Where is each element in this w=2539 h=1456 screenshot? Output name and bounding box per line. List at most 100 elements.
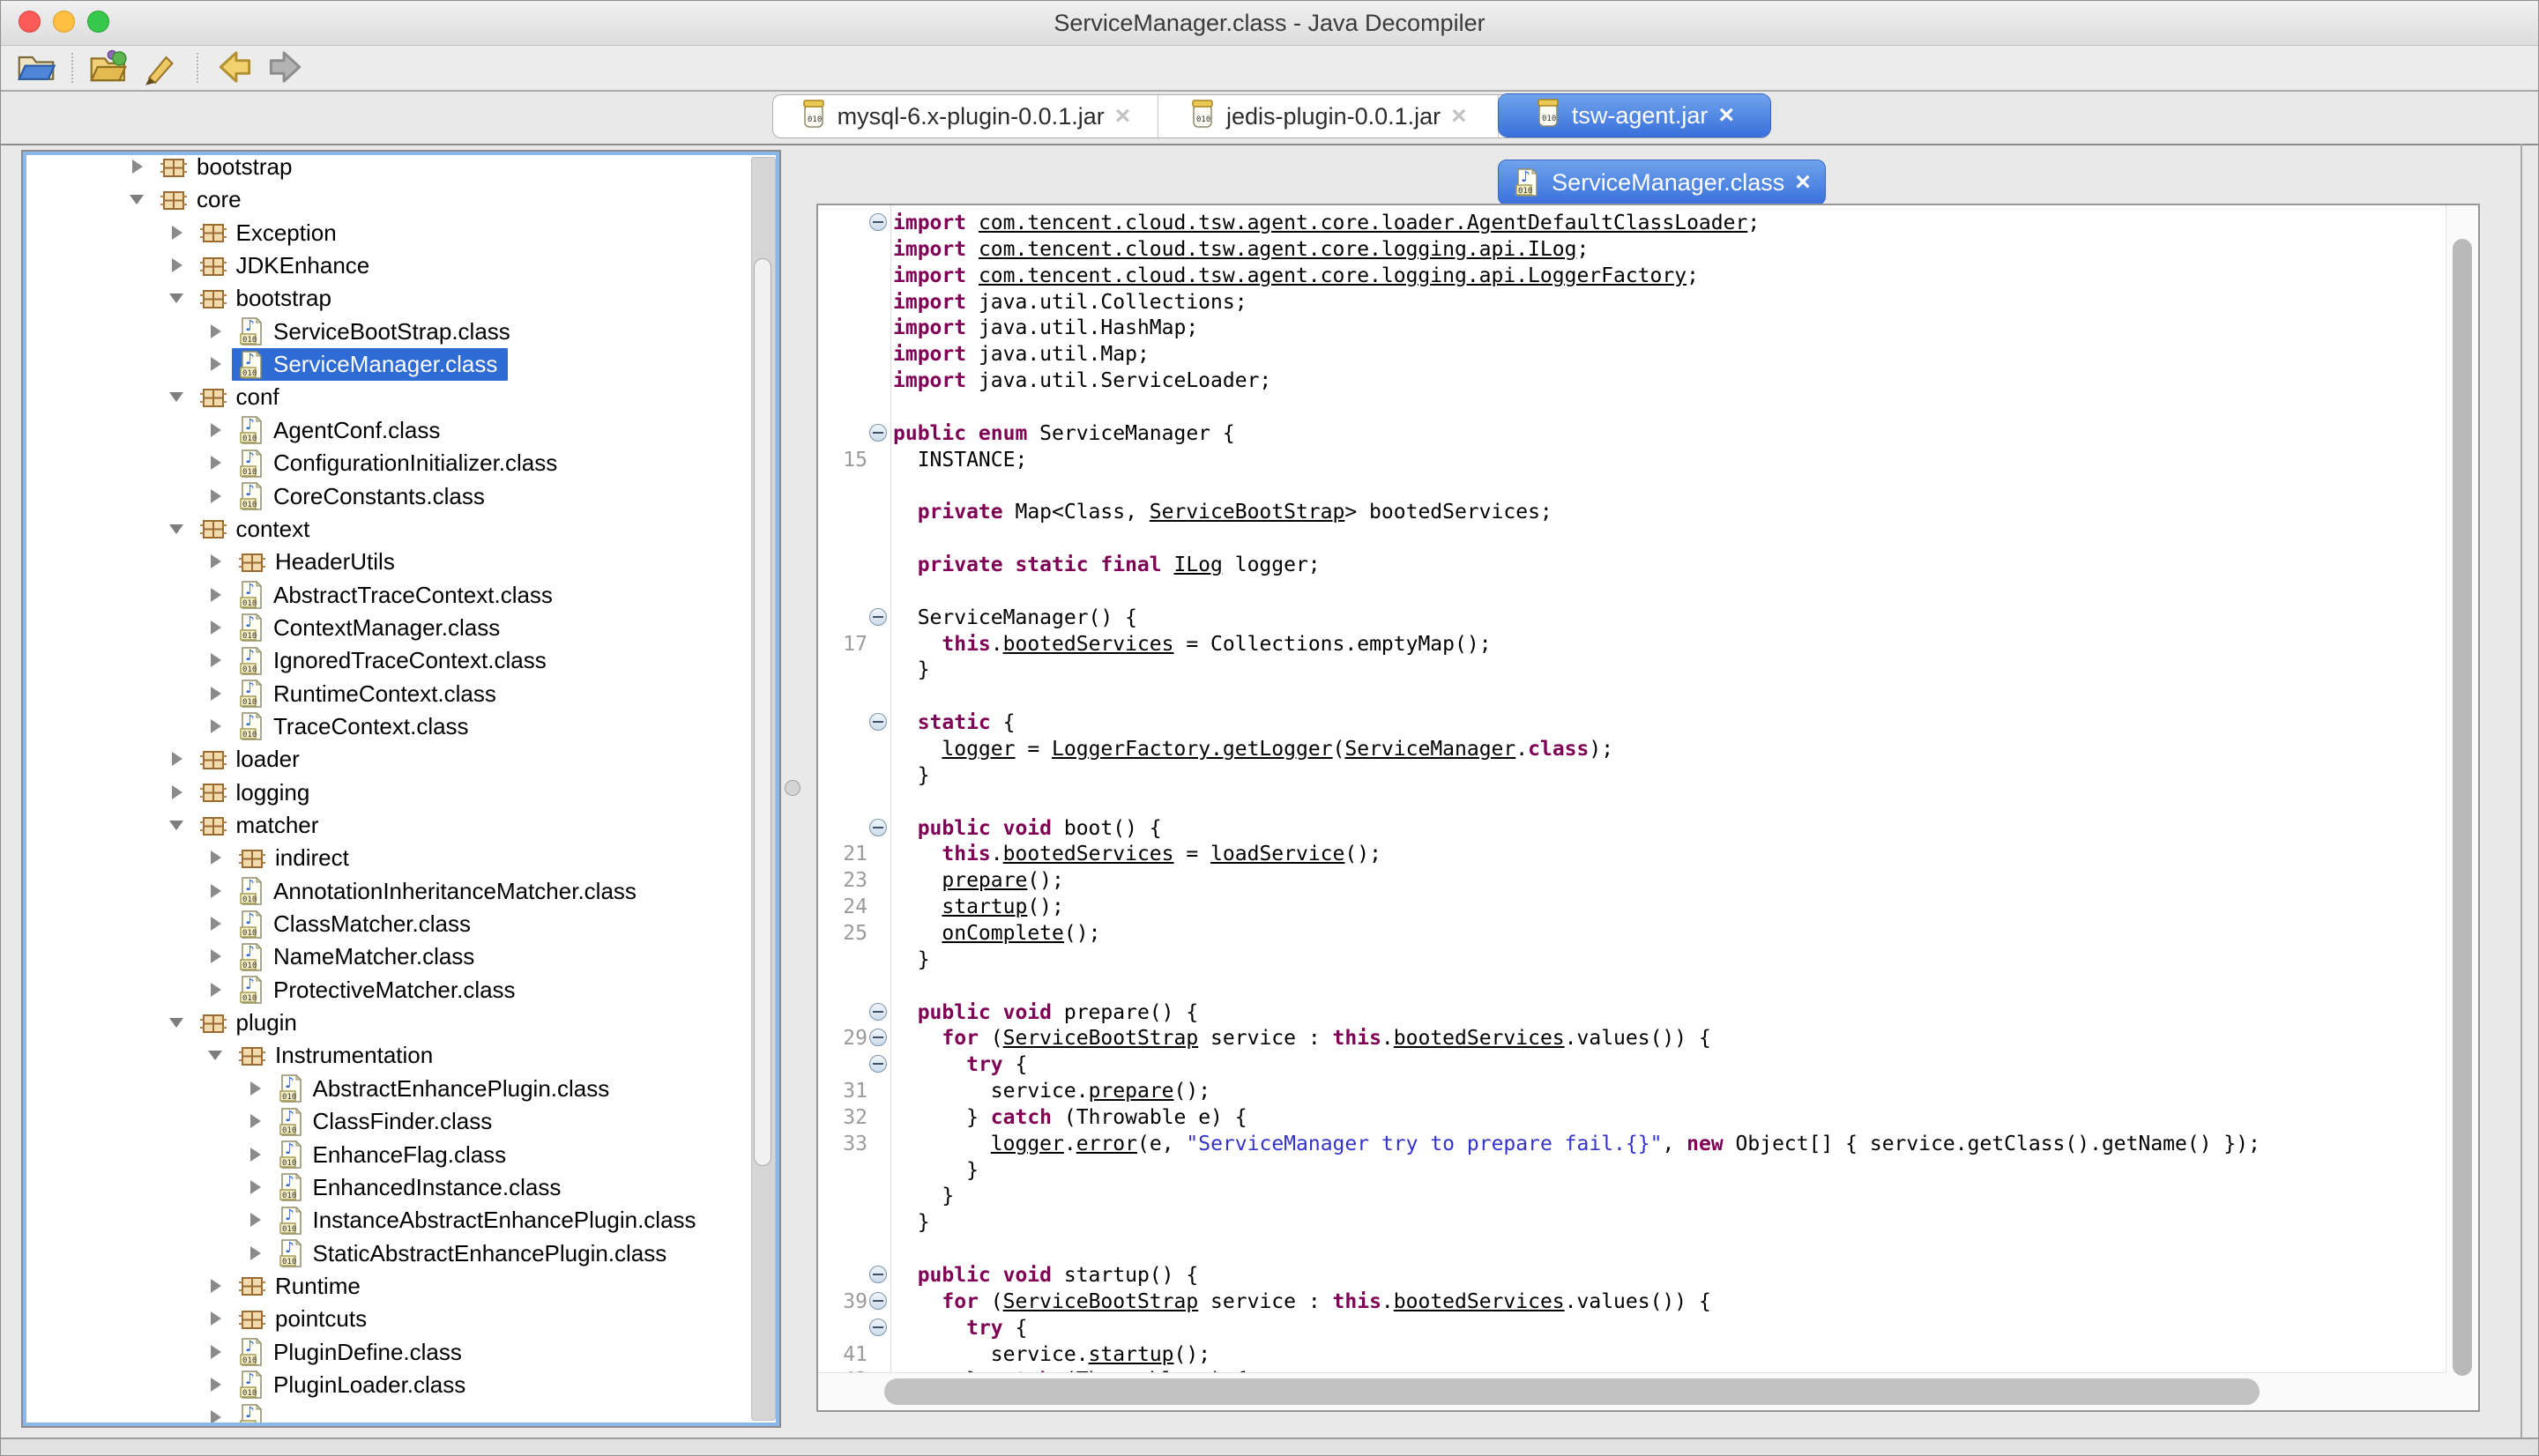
- tree-row[interactable]: ♪010ServiceManager.class: [26, 348, 749, 381]
- code-vscrollbar-thumb[interactable]: [2453, 239, 2472, 1376]
- code-link[interactable]: bootedServices: [1394, 1290, 1565, 1313]
- tree-row[interactable]: indirect: [26, 842, 749, 874]
- fold-toggle-icon[interactable]: [869, 1319, 887, 1336]
- tree-expand-arrow-icon[interactable]: [167, 223, 186, 242]
- code-link[interactable]: ServiceManager: [1344, 738, 1515, 761]
- tree-row[interactable]: ♪010StaticAbstractEnhancePlugin.class: [26, 1237, 749, 1270]
- tree-expand-arrow-icon[interactable]: [245, 1244, 264, 1263]
- code-link[interactable]: ServiceBootStrap: [1003, 1027, 1199, 1050]
- search-button[interactable]: [138, 48, 184, 88]
- tree-item[interactable]: core: [153, 183, 252, 216]
- tree-row[interactable]: ♪010ConfigurationInitializer.class: [26, 447, 749, 479]
- tree-row[interactable]: bootstrap: [26, 282, 749, 315]
- fold-toggle-icon[interactable]: [869, 1003, 887, 1021]
- code-link[interactable]: startup: [1089, 1343, 1174, 1366]
- tree-row[interactable]: ♪010RuntimeContext.class: [26, 678, 749, 710]
- open-file-button[interactable]: [13, 48, 59, 88]
- fold-toggle-icon[interactable]: [869, 608, 887, 626]
- tree-expand-arrow-icon[interactable]: [167, 783, 186, 802]
- fold-toggle-icon[interactable]: [869, 819, 887, 836]
- tree-row[interactable]: matcher: [26, 809, 749, 842]
- tree-expand-arrow-icon[interactable]: [205, 717, 225, 736]
- tree-item[interactable]: ♪010ServiceManager.class: [232, 348, 508, 381]
- code-link[interactable]: bootedServices: [1003, 843, 1174, 865]
- tree-row[interactable]: ♪010EnhanceFlag.class: [26, 1139, 749, 1171]
- tree-row[interactable]: plugin: [26, 1007, 749, 1039]
- fold-toggle-icon[interactable]: [869, 1292, 887, 1310]
- tree-item[interactable]: ♪010IgnoredTraceContext.class: [232, 644, 557, 677]
- tree-item[interactable]: ♪010ServiceBootStrap.class: [232, 316, 521, 348]
- tree-row[interactable]: ♪010PluginLoader.class: [26, 1369, 749, 1401]
- editor-tab-servicemanager[interactable]: ♪010 ServiceManager.class ×: [1498, 160, 1826, 205]
- open-type-button[interactable]: [86, 48, 131, 88]
- tree-scrollbar[interactable]: [751, 157, 776, 1421]
- tree-item[interactable]: ♪010PluginDefine.class: [232, 1336, 473, 1369]
- tree-item[interactable]: indirect: [232, 842, 360, 874]
- tree-item[interactable]: conf: [193, 381, 290, 413]
- tree-item[interactable]: bootstrap: [193, 282, 342, 315]
- tree-row[interactable]: ♪010TraceContext.class: [26, 710, 749, 743]
- tree-row[interactable]: bootstrap: [26, 153, 749, 183]
- tree-item[interactable]: ♪010EnhanceFlag.class: [272, 1139, 517, 1171]
- tree-collapse-arrow-icon[interactable]: [167, 288, 186, 308]
- tree-collapse-arrow-icon[interactable]: [167, 519, 186, 539]
- tree-row[interactable]: conf: [26, 381, 749, 413]
- tree-item[interactable]: ♪010PluginLoader.class: [232, 1369, 476, 1401]
- split-divider-handle[interactable]: [785, 780, 800, 796]
- tree-row[interactable]: core: [26, 183, 749, 216]
- tree-collapse-arrow-icon[interactable]: [167, 1013, 186, 1032]
- tree-expand-arrow-icon[interactable]: [205, 980, 225, 999]
- tree-row[interactable]: Runtime: [26, 1270, 749, 1303]
- tree-scrollbar-thumb[interactable]: [754, 258, 771, 1166]
- jar-tab-jedis[interactable]: 010 jedis-plugin-0.0.1.jar ×: [1158, 95, 1499, 137]
- tree-item[interactable]: plugin: [193, 1007, 308, 1039]
- tree-row[interactable]: ♪010ProtectiveMatcher.class: [26, 974, 749, 1007]
- tree-item[interactable]: logging: [193, 776, 321, 809]
- tree-expand-arrow-icon[interactable]: [205, 618, 225, 637]
- tree-item[interactable]: loader: [193, 743, 310, 776]
- tree-item[interactable]: context: [193, 513, 321, 546]
- tree-row[interactable]: JDKEnhance: [26, 249, 749, 282]
- tree-expand-arrow-icon[interactable]: [205, 1375, 225, 1394]
- tree-row[interactable]: logging: [26, 776, 749, 809]
- fold-toggle-icon[interactable]: [869, 213, 887, 231]
- tree-row[interactable]: ♪010ServiceBootStrap.class: [26, 316, 749, 348]
- tree-expand-arrow-icon[interactable]: [205, 848, 225, 867]
- tab-close-icon[interactable]: ×: [1451, 103, 1467, 130]
- tree-item[interactable]: ♪010AbstractEnhancePlugin.class: [272, 1073, 621, 1105]
- code-link[interactable]: bootedServices: [1003, 633, 1174, 656]
- tree-item[interactable]: ♪010NameMatcher.class: [232, 940, 485, 973]
- code-link[interactable]: logger: [991, 1133, 1064, 1155]
- code-link[interactable]: com.tencent.cloud.tsw.agent.core.logging…: [979, 264, 1686, 287]
- tree-expand-arrow-icon[interactable]: [167, 256, 186, 275]
- tree-item[interactable]: ♪010RuntimeContext.class: [232, 678, 507, 710]
- tree-item[interactable]: ♪010: [232, 1401, 276, 1423]
- fold-toggle-icon[interactable]: [869, 1055, 887, 1073]
- code-link[interactable]: LoggerFactory.getLogger: [1052, 738, 1333, 761]
- tree-row[interactable]: ♪010CoreConstants.class: [26, 480, 749, 513]
- tree-row[interactable]: ♪010EnhancedInstance.class: [26, 1171, 749, 1204]
- code-link[interactable]: ServiceBootStrap: [1003, 1290, 1199, 1313]
- code-link[interactable]: ILog: [1173, 553, 1222, 576]
- tree-row[interactable]: ♪010ContextManager.class: [26, 612, 749, 644]
- tree-row[interactable]: ♪010AbstractEnhancePlugin.class: [26, 1073, 749, 1105]
- tree-expand-arrow-icon[interactable]: [205, 1309, 225, 1328]
- tree-row[interactable]: ♪010NameMatcher.class: [26, 940, 749, 973]
- jar-tab-mysql[interactable]: 010 mysql-6.x-plugin-0.0.1.jar ×: [773, 95, 1158, 137]
- tree-expand-arrow-icon[interactable]: [205, 881, 225, 901]
- tree-item[interactable]: ♪010ContextManager.class: [232, 612, 510, 644]
- tree-item[interactable]: ♪010TraceContext.class: [232, 710, 480, 743]
- code-hscrollbar-thumb[interactable]: [884, 1378, 2260, 1405]
- fold-toggle-icon[interactable]: [869, 1266, 887, 1283]
- tree-item[interactable]: ♪010AgentConf.class: [232, 414, 450, 447]
- code-horizontal-scrollbar[interactable]: [818, 1372, 2446, 1410]
- tree-collapse-arrow-icon[interactable]: [127, 189, 146, 209]
- code-link[interactable]: com.tencent.cloud.tsw.agent.core.logging…: [979, 238, 1577, 261]
- tree-expand-arrow-icon[interactable]: [205, 453, 225, 472]
- tree-item[interactable]: Runtime: [232, 1270, 371, 1303]
- tree-row[interactable]: loader: [26, 743, 749, 776]
- jar-tab-tsw-agent[interactable]: 010 tsw-agent.jar ×: [1499, 94, 1770, 137]
- tree-collapse-arrow-icon[interactable]: [167, 387, 186, 406]
- tree-item[interactable]: ♪010InstanceAbstractEnhancePlugin.class: [272, 1204, 707, 1237]
- tree-item[interactable]: ♪010ClassMatcher.class: [232, 908, 481, 940]
